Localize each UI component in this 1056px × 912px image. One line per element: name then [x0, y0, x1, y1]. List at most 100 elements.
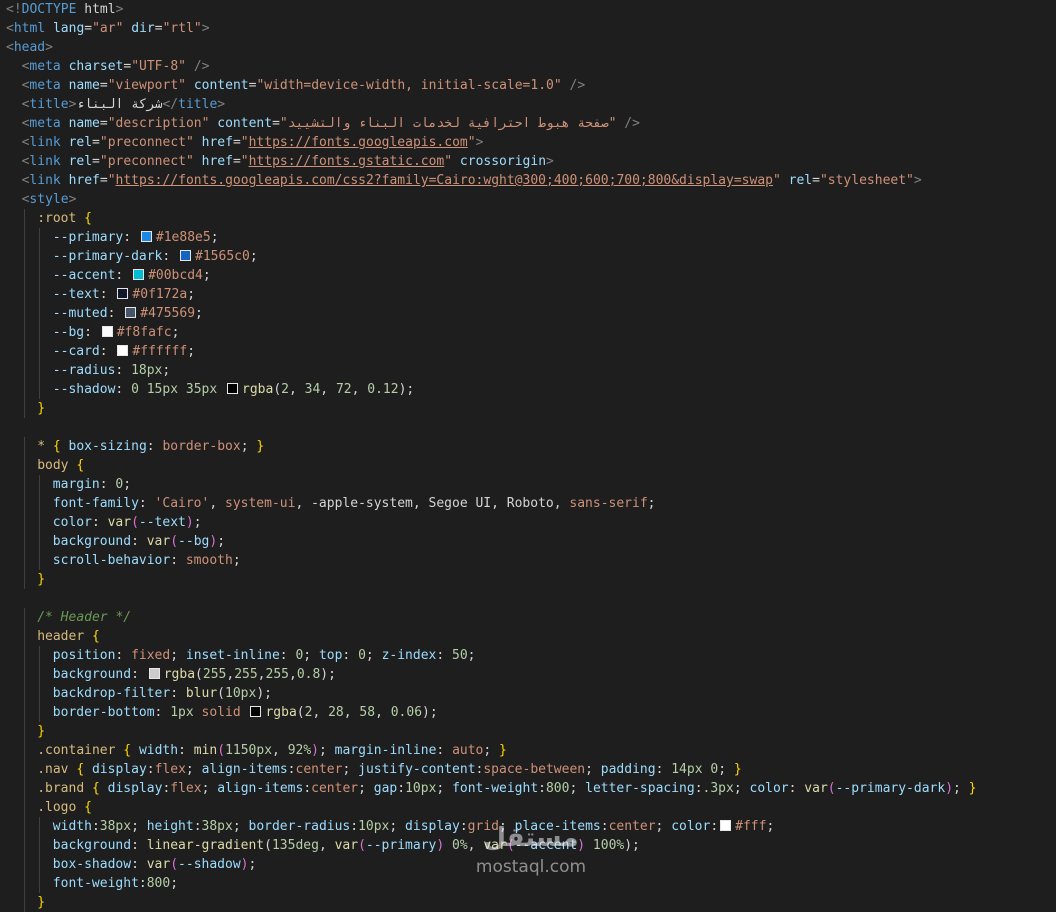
code-line[interactable]: }: [37, 893, 45, 912]
code-token: content: [217, 116, 273, 131]
code-line[interactable]: <html lang="ar" dir="rtl">: [6, 19, 210, 38]
code-editor[interactable]: <!DOCTYPE html> <html lang="ar" dir="rtl"…: [0, 0, 1056, 912]
code-line[interactable]: scroll-behavior: smooth;: [53, 551, 241, 570]
code-token: >: [45, 40, 53, 55]
code-line[interactable]: :root {: [37, 209, 92, 228]
code-line[interactable]: }: [37, 570, 45, 589]
code-token: background: [52, 667, 132, 682]
code-token: .brand: [37, 781, 85, 796]
code-line[interactable]: <!DOCTYPE html>: [6, 0, 123, 19]
color-swatch[interactable]: [125, 307, 137, 318]
code-line[interactable]: width:38px; height:38px; border-radius:1…: [53, 817, 775, 836]
code-line[interactable]: font-weight:800;: [53, 874, 178, 893]
code-line[interactable]: <meta name="viewport" content="width=dev…: [22, 76, 586, 95]
code-line[interactable]: backdrop-filter: blur(10px);: [53, 684, 272, 703]
code-line[interactable]: .container { width: min(1150px, 92%); ma…: [37, 741, 507, 760]
code-line[interactable]: --text: #0f172a;: [53, 285, 195, 304]
code-token: "ar": [92, 21, 124, 36]
color-swatch[interactable]: [117, 288, 129, 299]
code-line[interactable]: }: [37, 722, 45, 741]
code-line[interactable]: background: rgba(255,255,255,0.8);: [53, 665, 336, 684]
code-token: name: [68, 78, 100, 93]
code-line[interactable]: --card: #ffffff;: [53, 342, 195, 361]
code-line[interactable]: <meta charset="UTF-8" />: [22, 57, 210, 76]
color-swatch[interactable]: [250, 706, 262, 717]
code-token: :: [131, 534, 147, 549]
code-line[interactable]: font-family: 'Cairo', system-ui, -apple-…: [53, 494, 656, 513]
code-token: =: [272, 116, 280, 131]
color-swatch[interactable]: [101, 326, 113, 337]
code-line[interactable]: --accent: #00bcd4;: [53, 266, 211, 285]
code-token: name: [68, 116, 100, 131]
color-swatch[interactable]: [180, 250, 192, 261]
code-line[interactable]: border-bottom: 1px solid rgba(2, 28, 58,…: [53, 703, 438, 722]
code-token: min: [193, 743, 218, 758]
code-line[interactable]: <link href="https://fonts.googleapis.com…: [22, 171, 922, 190]
code-token: :: [115, 648, 132, 663]
code-token: --muted: [52, 306, 108, 321]
code-token: link: [29, 154, 61, 169]
indent-guide: [39, 646, 41, 665]
color-swatch[interactable]: [148, 668, 160, 679]
code-token: ,: [343, 705, 360, 720]
code-line[interactable]: background: var(--bg);: [53, 532, 225, 551]
indent-guide: [23, 760, 25, 779]
code-line[interactable]: <title>شركة البناء</title>: [22, 95, 226, 114]
code-line[interactable]: .brand { display:flex; align-items:cente…: [37, 779, 976, 798]
code-token: ;: [171, 325, 180, 340]
code-token: https://fonts.googleapis.com: [248, 135, 468, 150]
code-token: .container: [37, 743, 116, 758]
code-token: );: [320, 667, 336, 682]
code-line[interactable]: <link rel="preconnect" href="https://fon…: [22, 133, 484, 152]
code-line[interactable]: body {: [37, 456, 84, 475]
indent-guide: [39, 513, 41, 532]
color-swatch[interactable]: [140, 231, 152, 242]
code-line[interactable]: color: var(--text);: [53, 513, 202, 532]
code-line[interactable]: .nav { display:flex; align-items:center;…: [37, 760, 741, 779]
indent-guide: [23, 893, 25, 912]
code-line[interactable]: --shadow: 0 15px 35px rgba(2, 34, 72, 0.…: [53, 380, 414, 399]
code-line[interactable]: }: [37, 399, 45, 418]
code-token: 10px: [225, 686, 257, 701]
code-line[interactable]: * { box-sizing: border-box; }: [37, 437, 264, 456]
code-token: ": [240, 154, 249, 169]
code-line[interactable]: <head>: [6, 38, 53, 57]
code-token: =: [99, 78, 108, 93]
code-token: 255: [265, 667, 289, 682]
code-token: ;: [467, 648, 476, 663]
code-line[interactable]: position: fixed; inset-inline: 0; top: 0…: [53, 646, 476, 665]
code-token: --primary-dark: [52, 249, 163, 264]
code-line[interactable]: /* Header */: [37, 608, 131, 627]
code-token: 10px: [358, 819, 390, 834]
indent-guide: [23, 798, 25, 817]
code-line[interactable]: .logo {: [37, 798, 92, 817]
code-line[interactable]: --primary-dark: #1565c0;: [53, 247, 258, 266]
code-line[interactable]: header {: [37, 627, 100, 646]
code-token: =: [84, 21, 93, 36]
code-line[interactable]: --radius: 18px;: [53, 361, 170, 380]
code-token: ;: [131, 819, 147, 834]
code-token: *: [37, 439, 46, 454]
code-line[interactable]: <meta name="description" content="صفحة ه…: [22, 114, 640, 133]
color-swatch[interactable]: [117, 345, 129, 356]
indent-guide: [23, 741, 25, 760]
code-line[interactable]: --bg: #f8fafc;: [53, 323, 180, 342]
code-line[interactable]: box-shadow: var(--shadow);: [53, 855, 257, 874]
code-line[interactable]: <style>: [22, 190, 77, 209]
code-token: 35px: [185, 382, 218, 397]
code-line[interactable]: --primary: #1e88e5;: [53, 228, 219, 247]
color-swatch[interactable]: [720, 820, 732, 831]
code-token: ;: [585, 762, 601, 777]
code-token: ,: [312, 705, 329, 720]
code-line[interactable]: margin: 0;: [53, 475, 131, 494]
code-token: 0: [710, 762, 719, 777]
code-line[interactable]: --muted: #475569;: [53, 304, 203, 323]
color-swatch[interactable]: [133, 269, 145, 280]
code-line[interactable]: <link rel="preconnect" href="https://fon…: [22, 152, 554, 171]
color-swatch[interactable]: [227, 383, 239, 394]
